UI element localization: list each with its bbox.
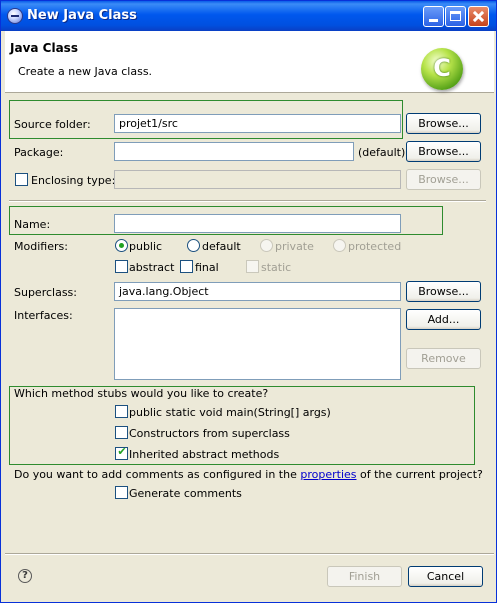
maximize-icon (450, 11, 461, 21)
main-method-label: public static void main(String[] args) (129, 406, 331, 419)
superclass-label: Superclass: (14, 286, 77, 299)
constructors-checkbox[interactable] (115, 426, 128, 439)
package-default-hint: (default) (358, 146, 406, 159)
cancel-button[interactable]: Cancel (408, 566, 483, 587)
final-checkbox[interactable] (180, 260, 193, 273)
final-label: final (195, 261, 219, 274)
default-radio[interactable] (187, 239, 200, 252)
java-class-logo-icon: C (421, 48, 463, 90)
new-java-class-dialog: New Java Class Java Class Create a new J… (0, 0, 497, 603)
default-radio-label: default (202, 240, 241, 253)
close-icon (469, 7, 488, 26)
minimize-icon (429, 19, 438, 22)
package-label: Package: (14, 146, 64, 159)
abstract-label: abstract (129, 261, 175, 274)
properties-link[interactable]: properties (300, 468, 356, 481)
public-radio[interactable] (115, 239, 128, 252)
finish-button[interactable]: Finish (327, 566, 402, 587)
abstract-checkbox[interactable] (115, 260, 128, 273)
enclosing-type-input[interactable] (114, 170, 401, 189)
interfaces-list[interactable] (114, 308, 401, 380)
static-label: static (261, 261, 292, 274)
wizard-banner: Java Class Create a new Java class. C (5, 31, 494, 93)
enclosing-type-label: Enclosing type: (31, 174, 116, 187)
close-button[interactable] (468, 6, 489, 27)
enclosing-type-browse-button[interactable]: Browse... (406, 169, 481, 190)
modifiers-label: Modifiers: (14, 240, 68, 253)
source-folder-label: Source folder: (14, 118, 91, 131)
method-stubs-question: Which method stubs would you like to cre… (14, 387, 269, 400)
superclass-input[interactable]: java.lang.Object (114, 282, 401, 301)
protected-radio[interactable] (333, 239, 346, 252)
interfaces-label: Interfaces: (14, 309, 73, 322)
constructors-label: Constructors from superclass (129, 427, 290, 440)
source-folder-input[interactable]: projet1/src (114, 114, 401, 133)
package-browse-button[interactable]: Browse... (406, 141, 481, 162)
static-checkbox[interactable] (246, 260, 259, 273)
generate-comments-label: Generate comments (129, 487, 242, 500)
name-label: Name: (14, 218, 51, 231)
source-folder-browse-button[interactable]: Browse... (406, 113, 481, 134)
name-input[interactable] (114, 214, 401, 233)
separator (9, 200, 486, 202)
eclipse-icon (7, 8, 23, 24)
package-input[interactable] (114, 142, 354, 161)
radio-selected-dot (119, 243, 124, 248)
inherited-abstract-label: Inherited abstract methods (129, 448, 280, 461)
main-method-checkbox[interactable] (115, 405, 128, 418)
protected-radio-label: protected (348, 240, 402, 253)
page-title: Java Class (10, 41, 78, 55)
private-radio-label: private (275, 240, 314, 253)
interfaces-add-button[interactable]: Add... (406, 309, 481, 330)
comments-question: Do you want to add comments as configure… (14, 468, 483, 481)
interfaces-remove-button[interactable]: Remove (406, 348, 481, 369)
public-radio-label: public (129, 240, 163, 253)
enclosing-type-checkbox[interactable] (15, 173, 28, 186)
private-radio[interactable] (260, 239, 273, 252)
minimize-button[interactable] (423, 6, 444, 27)
footer-separator (5, 553, 494, 555)
maximize-button[interactable] (445, 6, 466, 27)
title-bar[interactable]: New Java Class (1, 1, 496, 31)
checkmark-icon: ✔ (117, 445, 127, 458)
page-description: Create a new Java class. (18, 65, 153, 78)
generate-comments-checkbox[interactable] (115, 486, 128, 499)
superclass-browse-button[interactable]: Browse... (406, 281, 481, 302)
window-title: New Java Class (27, 8, 137, 23)
inherited-abstract-checkbox[interactable]: ✔ (115, 445, 128, 460)
help-icon[interactable]: ? (18, 569, 32, 583)
